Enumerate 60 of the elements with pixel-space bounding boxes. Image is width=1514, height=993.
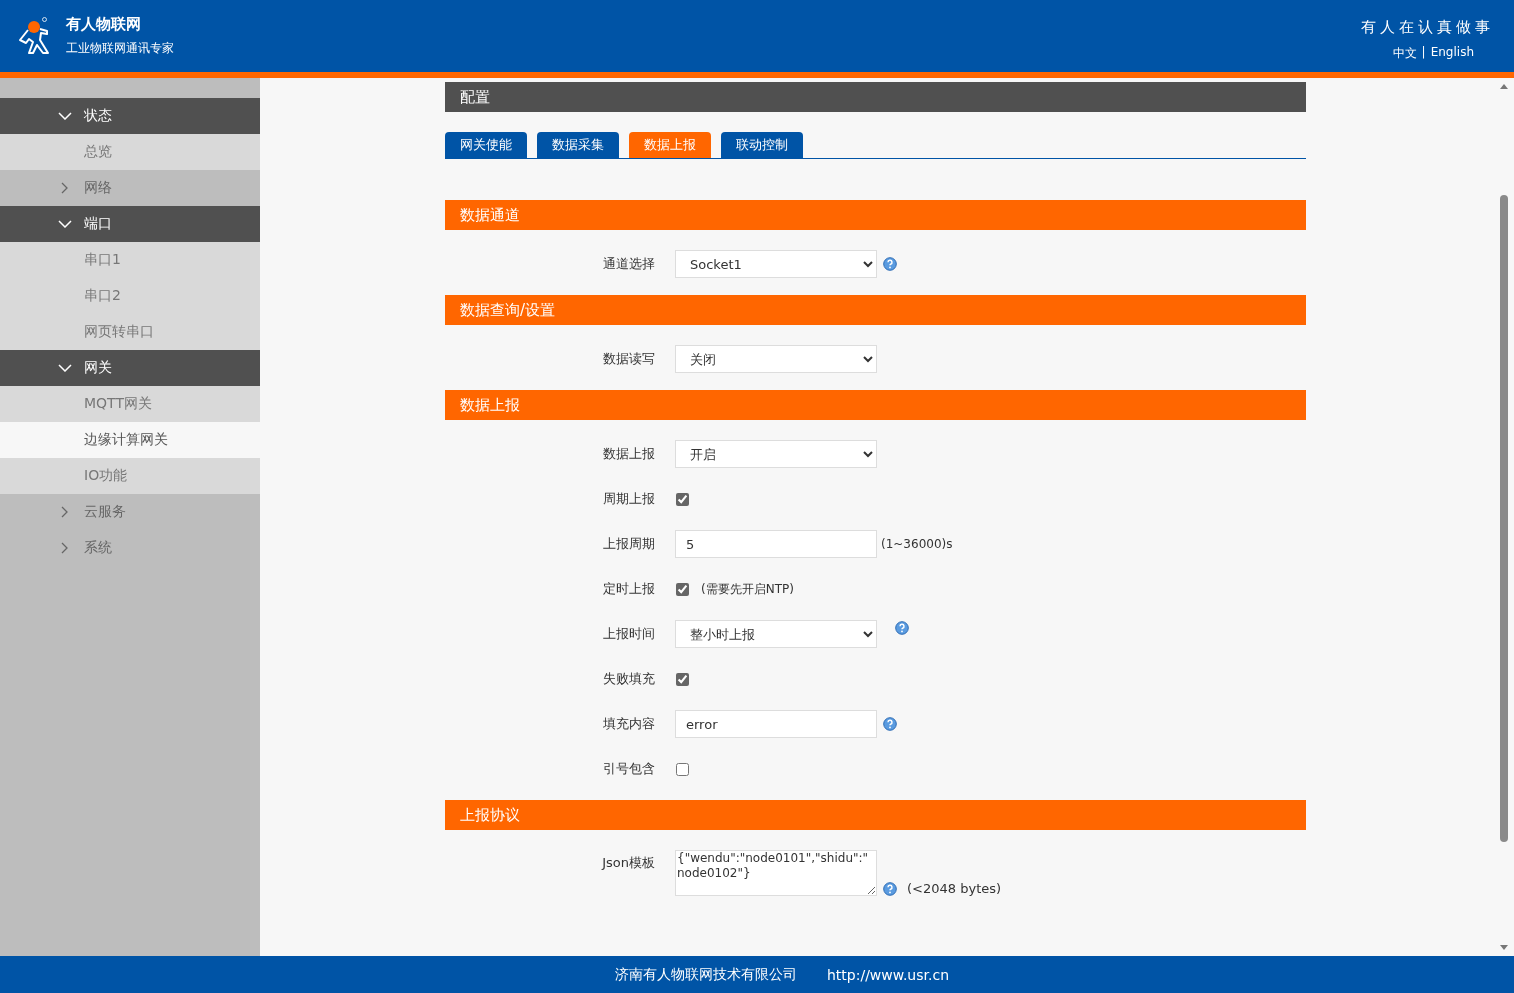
menu-group-label: 系统 bbox=[84, 539, 112, 557]
scroll-up-arrow-icon[interactable] bbox=[1500, 84, 1508, 89]
menu-group-label: 网络 bbox=[84, 179, 112, 197]
menu-group-label: 网关 bbox=[84, 359, 112, 377]
tab[interactable]: 联动控制 bbox=[721, 132, 803, 158]
separator: | bbox=[1421, 45, 1426, 61]
checkbox[interactable] bbox=[676, 762, 689, 776]
input-field[interactable]: error bbox=[675, 710, 877, 738]
slogan: 有人在认真做事 bbox=[1361, 18, 1494, 37]
menu-group[interactable]: 状态 bbox=[0, 98, 260, 134]
menu-item[interactable]: 边缘计算网关 bbox=[0, 422, 260, 458]
section-header: 数据通道 bbox=[445, 200, 1306, 230]
help-icon[interactable] bbox=[883, 882, 897, 896]
section-header: 上报协议 bbox=[445, 800, 1306, 830]
field-label: 填充内容 bbox=[602, 715, 655, 733]
chevron-down-icon bbox=[58, 220, 72, 228]
chevron-down-icon bbox=[58, 112, 72, 120]
menu-group[interactable]: 网关 bbox=[0, 350, 260, 386]
field-label: 数据上报 bbox=[602, 445, 655, 463]
dropdown[interactable]: 开启 bbox=[675, 440, 877, 468]
checkbox[interactable] bbox=[676, 582, 689, 596]
field-label: 通道选择 bbox=[602, 255, 655, 273]
brand-name: 有人物联网 bbox=[66, 15, 142, 34]
company-name: 济南有人物联网技术有限公司 bbox=[614, 965, 797, 984]
field-label: 周期上报 bbox=[602, 490, 655, 508]
field-label: 引号包含 bbox=[602, 760, 655, 778]
menu-group-label: 状态 bbox=[84, 107, 112, 125]
field-label: 上报周期 bbox=[602, 535, 655, 553]
dropdown[interactable]: 关闭 bbox=[675, 345, 877, 373]
language-link[interactable]: English bbox=[1430, 45, 1474, 62]
chevron-down-icon bbox=[58, 364, 72, 372]
tab[interactable]: 数据采集 bbox=[537, 132, 619, 158]
help-icon[interactable] bbox=[895, 621, 909, 635]
help-icon[interactable] bbox=[883, 257, 897, 271]
field-label: Json模板 bbox=[600, 854, 655, 872]
tab[interactable]: 网关使能 bbox=[445, 132, 527, 158]
input-field[interactable]: 5 bbox=[675, 530, 877, 558]
section-header: 数据上报 bbox=[445, 390, 1306, 420]
menu-group-label: 端口 bbox=[84, 215, 112, 233]
field-label: 失败填充 bbox=[602, 670, 655, 688]
help-icon[interactable] bbox=[883, 717, 897, 731]
text-area[interactable]: {"wendu":"node0101","shidu":"node0102"} bbox=[675, 850, 877, 896]
field-label: 数据读写 bbox=[602, 350, 655, 368]
dropdown[interactable]: 整小时上报 bbox=[675, 620, 877, 648]
panel-title: 配置 bbox=[445, 82, 1306, 112]
menu-group-label: 云服务 bbox=[84, 503, 126, 521]
dropdown[interactable]: Socket1 bbox=[675, 250, 877, 278]
checkbox[interactable] bbox=[676, 672, 689, 686]
menu-group[interactable]: 端口 bbox=[0, 206, 260, 242]
hint-text: (1~36000)s bbox=[881, 537, 953, 551]
checkbox[interactable] bbox=[676, 492, 689, 506]
language-link[interactable]: 中文 bbox=[1392, 45, 1417, 62]
field-label: 定时上报 bbox=[602, 580, 655, 598]
brand-tagline: 工业物联网通讯专家 bbox=[66, 40, 174, 57]
section-header: 数据查询/设置 bbox=[445, 295, 1306, 325]
scroll-down-arrow-icon[interactable] bbox=[1500, 945, 1508, 950]
hint-text: (<2048 bytes) bbox=[907, 881, 1002, 896]
website-link[interactable]: http://www.usr.cn bbox=[826, 966, 950, 983]
field-label: 上报时间 bbox=[602, 625, 655, 643]
hint-text: (需要先开启NTP) bbox=[701, 580, 794, 598]
